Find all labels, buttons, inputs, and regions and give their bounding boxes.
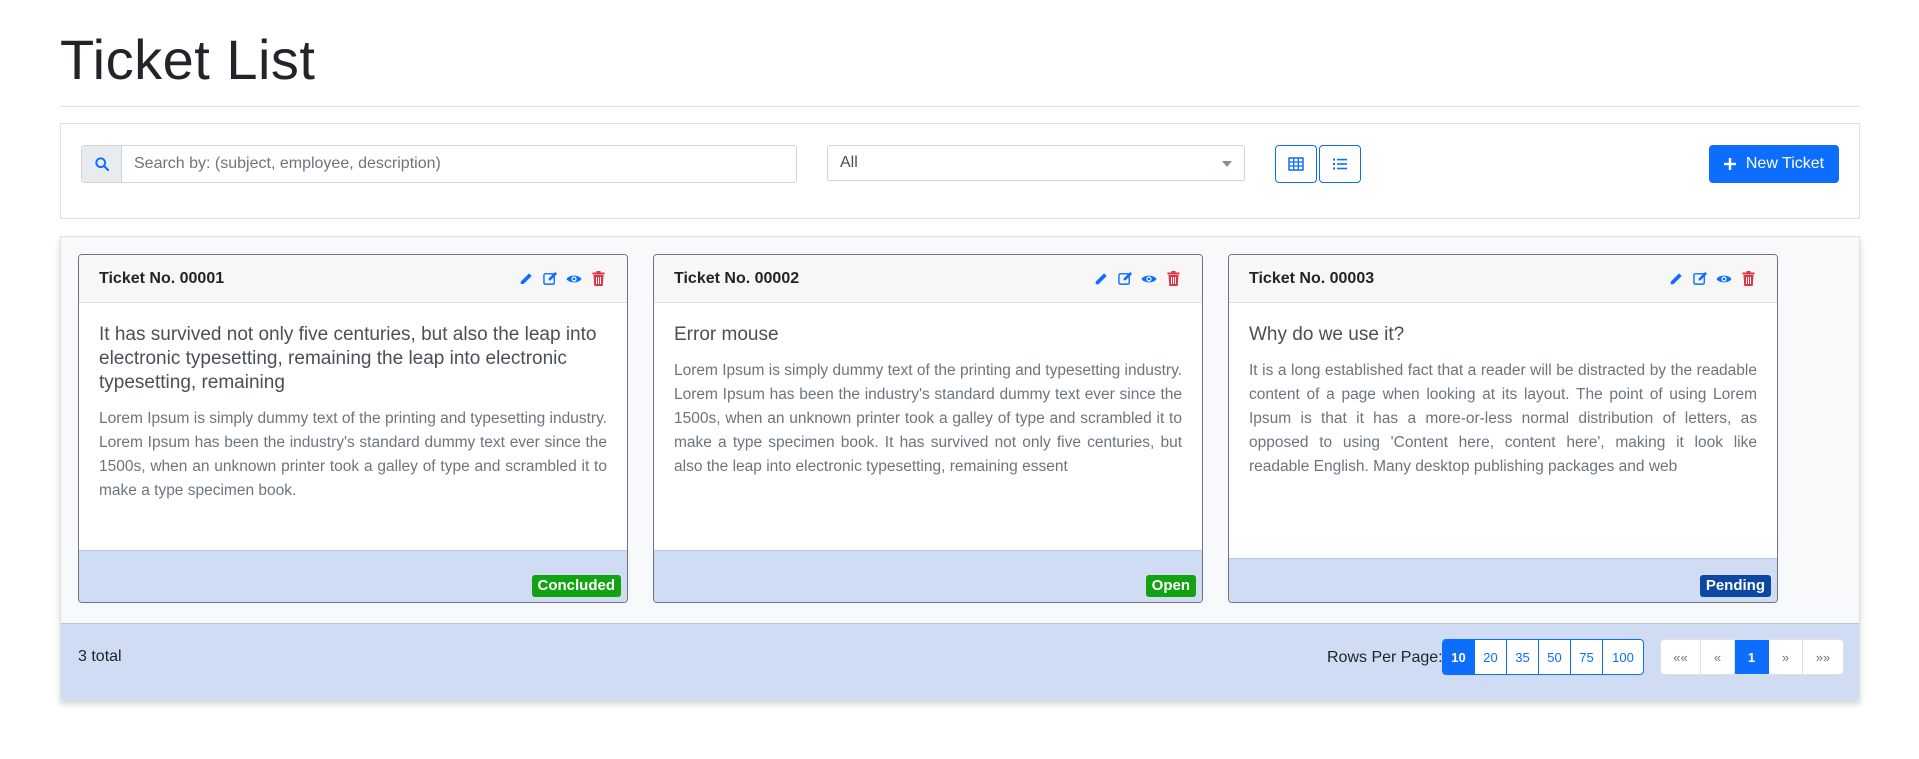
table-icon xyxy=(1288,157,1304,171)
edit-icon[interactable] xyxy=(1691,270,1709,288)
search-icon xyxy=(94,157,109,171)
card-actions xyxy=(1667,270,1757,288)
search-addon xyxy=(82,146,122,182)
first-page-button[interactable]: «« xyxy=(1661,640,1701,674)
eye-icon[interactable] xyxy=(565,270,583,288)
page-title: Ticket List xyxy=(60,28,316,91)
ticket-card: Ticket No. 00001 It has survived not onl… xyxy=(78,254,628,603)
pencil-icon[interactable] xyxy=(1667,270,1685,288)
ticket-description: Lorem Ipsum is simply dummy text of the … xyxy=(674,362,1182,475)
total-count: 3 total xyxy=(78,648,122,665)
card-actions xyxy=(1092,270,1182,288)
card-body: Why do we use it? It is a long establish… xyxy=(1229,303,1777,479)
status-filter-select[interactable]: All xyxy=(827,145,1245,181)
toolbar: All New Ticket xyxy=(60,123,1860,219)
ticket-number: Ticket No. 00002 xyxy=(674,269,800,287)
card-body: Error mouse Lorem Ipsum is simply dummy … xyxy=(654,303,1202,479)
list-icon xyxy=(1333,158,1347,170)
ticket-title: Why do we use it? xyxy=(1249,324,1405,345)
title-divider xyxy=(60,106,1860,107)
card-header: Ticket No. 00001 xyxy=(79,255,627,303)
eye-icon[interactable] xyxy=(1715,270,1733,288)
card-actions xyxy=(517,270,607,288)
card-header: Ticket No. 00002 xyxy=(654,255,1202,303)
card-footer: Concluded xyxy=(79,550,627,602)
list-view-button[interactable] xyxy=(1319,145,1361,183)
rows-option-75[interactable]: 75 xyxy=(1571,640,1603,674)
ticket-number: Ticket No. 00001 xyxy=(99,269,225,287)
status-filter-value: All xyxy=(840,154,858,171)
card-footer: Pending xyxy=(1229,558,1777,602)
edit-icon[interactable] xyxy=(541,270,559,288)
rows-option-100[interactable]: 100 xyxy=(1603,640,1643,674)
rows-per-page-group: 10 20 35 50 75 100 xyxy=(1442,639,1644,675)
edit-icon[interactable] xyxy=(1116,270,1134,288)
search-group xyxy=(81,145,797,183)
rows-per-page-label: Rows Per Page: xyxy=(1327,649,1443,666)
pencil-icon[interactable] xyxy=(517,270,535,288)
card-header: Ticket No. 00003 xyxy=(1229,255,1777,303)
ticket-description: Lorem Ipsum is simply dummy text of the … xyxy=(99,410,607,499)
status-badge: Open xyxy=(1145,575,1196,597)
rows-option-35[interactable]: 35 xyxy=(1507,640,1539,674)
next-page-button[interactable]: » xyxy=(1769,640,1803,674)
trash-icon[interactable] xyxy=(1164,270,1182,288)
ticket-number: Ticket No. 00003 xyxy=(1249,269,1375,287)
eye-icon[interactable] xyxy=(1140,270,1158,288)
prev-page-button[interactable]: « xyxy=(1701,640,1735,674)
rows-option-20[interactable]: 20 xyxy=(1475,640,1507,674)
card-footer: Open xyxy=(654,550,1202,602)
card-body: It has survived not only five centuries,… xyxy=(79,303,627,503)
new-ticket-label: New Ticket xyxy=(1745,155,1825,172)
rows-option-10[interactable]: 10 xyxy=(1443,640,1475,674)
ticket-card: Ticket No. 00002 Error mouse Lorem Ipsum… xyxy=(653,254,1203,603)
chevron-down-icon xyxy=(1222,161,1232,167)
tickets-panel: Ticket No. 00001 It has survived not onl… xyxy=(60,236,1860,700)
new-ticket-button[interactable]: New Ticket xyxy=(1709,145,1839,183)
table-view-button[interactable] xyxy=(1275,145,1317,183)
search-input[interactable] xyxy=(122,146,796,182)
trash-icon[interactable] xyxy=(589,270,607,288)
rows-option-50[interactable]: 50 xyxy=(1539,640,1571,674)
ticket-title: Error mouse xyxy=(674,324,779,345)
pencil-icon[interactable] xyxy=(1092,270,1110,288)
trash-icon[interactable] xyxy=(1739,270,1757,288)
status-badge: Concluded xyxy=(531,575,621,597)
pagination: «« « 1 » »» xyxy=(1660,639,1844,675)
ticket-title: It has survived not only five centuries,… xyxy=(99,324,597,393)
plus-icon xyxy=(1723,158,1736,170)
page-1-button[interactable]: 1 xyxy=(1735,640,1769,674)
ticket-card: Ticket No. 00003 Why do we use it? It is… xyxy=(1228,254,1778,603)
ticket-description: It is a long established fact that a rea… xyxy=(1249,362,1757,475)
status-badge: Pending xyxy=(1699,575,1771,597)
panel-footer: 3 total Rows Per Page: 10 20 35 50 75 10… xyxy=(61,623,1859,699)
last-page-button[interactable]: »» xyxy=(1803,640,1843,674)
